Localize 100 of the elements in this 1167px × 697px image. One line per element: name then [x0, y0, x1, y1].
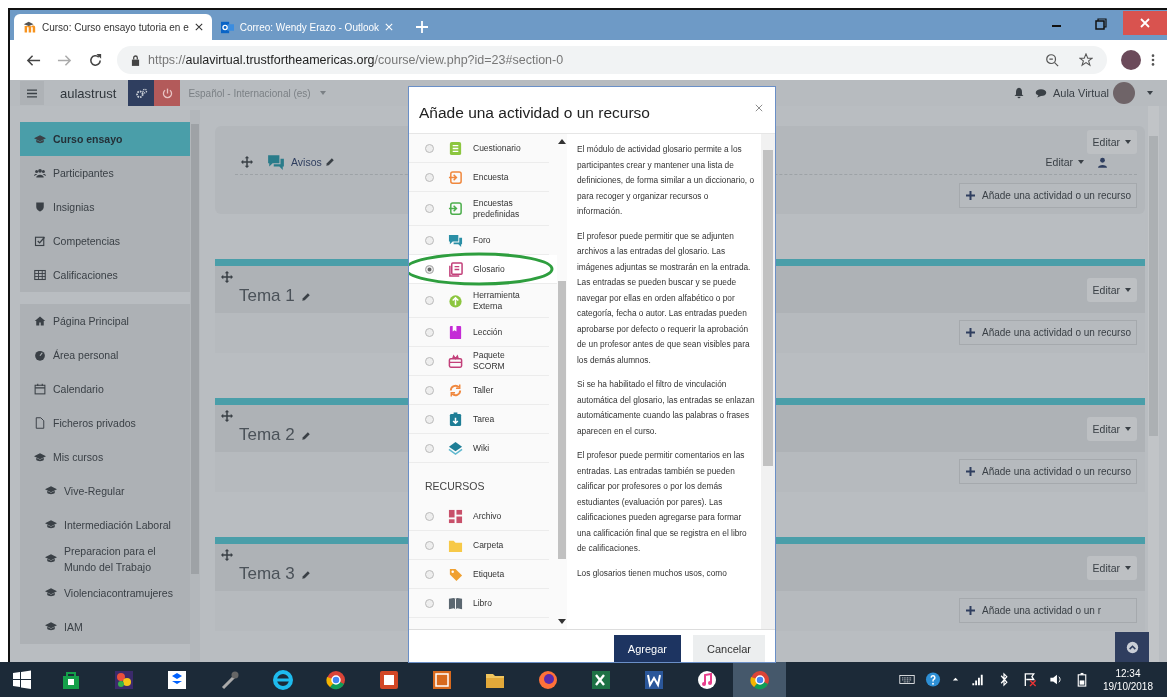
activity-option[interactable]: Taller: [409, 376, 549, 405]
radio-button[interactable]: [425, 540, 434, 550]
reload-icon[interactable]: [88, 52, 103, 68]
radio-button[interactable]: [425, 172, 434, 182]
person-icon[interactable]: [1098, 156, 1107, 168]
chat-bubble-icon[interactable]: [1034, 87, 1047, 99]
radio-button[interactable]: [425, 264, 434, 274]
window-close-button[interactable]: [1123, 10, 1167, 36]
radio-button[interactable]: [425, 598, 434, 608]
browser-tab[interactable]: Curso: Curso ensayo tutoria en e: [14, 14, 212, 40]
menu-button[interactable]: [20, 81, 44, 105]
assign-icon: [448, 411, 463, 427]
lesson-icon: [448, 324, 463, 340]
resource-option[interactable]: Carpeta: [409, 531, 549, 560]
sidebar-item[interactable]: Mis cursos: [20, 440, 190, 474]
radio-button[interactable]: [425, 511, 434, 521]
plus-icon[interactable]: [416, 21, 429, 33]
resource-option[interactable]: Etiqueta: [409, 560, 549, 589]
site-name[interactable]: aulastrust: [60, 85, 117, 101]
activity-option[interactable]: Wiki: [409, 434, 549, 463]
sidebar-item[interactable]: Insignias: [20, 190, 190, 224]
settings-button[interactable]: [128, 80, 155, 106]
caret-icon[interactable]: [1147, 91, 1153, 95]
help-icon[interactable]: [924, 672, 941, 687]
add-activity-button[interactable]: Añade una actividad o un recurso: [959, 459, 1137, 484]
menu-dots-icon[interactable]: [1151, 53, 1155, 67]
radio-button[interactable]: [425, 443, 434, 453]
activity-option[interactable]: Encuestas predefinidas: [409, 192, 549, 226]
clock-date[interactable]: 19/10/2018: [1102, 679, 1153, 693]
url-text: https://aulavirtual.trustfortheamericas.org/course/view.php?id=23#section-0: [148, 53, 564, 67]
radio-button[interactable]: [425, 296, 434, 305]
activity-option[interactable]: Tarea: [409, 405, 549, 434]
add-activity-button[interactable]: Añade una actividad o un r: [959, 598, 1137, 623]
sidebar-item[interactable]: Competencias: [20, 224, 190, 258]
sidebar-item[interactable]: IAM: [20, 610, 190, 644]
radio-button[interactable]: [425, 569, 434, 579]
keyboard-icon[interactable]: [898, 672, 915, 687]
move-icon[interactable]: [241, 156, 253, 168]
clock-time[interactable]: 12:34: [1115, 666, 1141, 680]
edit-dropdown[interactable]: Editar: [1086, 130, 1137, 154]
activity-option[interactable]: Encuesta: [409, 163, 549, 192]
add-button[interactable]: Agregar: [613, 635, 681, 662]
move-icon[interactable]: [221, 410, 233, 422]
radio-button[interactable]: [425, 143, 434, 153]
activity-option[interactable]: Paquete SCORM: [409, 347, 549, 376]
activity-option[interactable]: Cuestionario: [409, 134, 549, 163]
sidebar-item[interactable]: Ficheros privados: [20, 406, 190, 440]
pencil-icon[interactable]: [300, 291, 311, 302]
avatar[interactable]: [1121, 50, 1141, 70]
scrollbar[interactable]: [190, 110, 200, 662]
radio-button[interactable]: [425, 414, 434, 424]
scrollbar[interactable]: [1148, 106, 1159, 662]
radio-button[interactable]: [425, 356, 434, 366]
address-bar[interactable]: https://aulavirtual.trustfortheamericas.org/course/view.php?id=23#section-0: [117, 46, 1107, 74]
activity-option[interactable]: Lección: [409, 318, 549, 347]
power-button[interactable]: [154, 80, 181, 106]
activity-link[interactable]: Avisos: [291, 156, 322, 168]
add-activity-button[interactable]: Añade una actividad o un recurso: [959, 320, 1137, 345]
radio-button[interactable]: [425, 204, 434, 213]
scroll-top-button[interactable]: [1115, 632, 1149, 662]
sidebar-item[interactable]: Intermediación Laboral: [20, 508, 190, 542]
close-icon[interactable]: [194, 23, 203, 31]
scrollbar[interactable]: [761, 134, 775, 629]
user-name[interactable]: Aula Virtual: [1052, 87, 1109, 99]
sidebar-item[interactable]: Violenciacontramujeres: [20, 576, 190, 610]
zoom-out-icon[interactable]: [1045, 53, 1059, 67]
edit-dropdown[interactable]: Editar: [1086, 277, 1137, 302]
add-activity-button[interactable]: Añade una actividad o un recurso: [959, 183, 1137, 208]
course-icon: [45, 586, 57, 598]
move-icon[interactable]: [221, 271, 233, 283]
resource-option[interactable]: Libro: [409, 589, 549, 618]
signal-icon[interactable]: [969, 672, 986, 687]
radio-button[interactable]: [425, 327, 434, 337]
speaker-icon[interactable]: [1047, 672, 1064, 687]
activity-option[interactable]: Herramienta Externa: [409, 284, 549, 318]
resource-option[interactable]: Archivo: [409, 502, 549, 531]
sidebar-item[interactable]: Página Principal: [20, 304, 190, 338]
radio-button[interactable]: [425, 235, 434, 245]
sidebar-item[interactable]: Curso ensayo: [20, 122, 190, 156]
edit-dropdown[interactable]: Editar: [1086, 555, 1137, 580]
description-text: Si se ha habilitado el filtro de vinculación automática del glosario, las entradas se enlazan automáticamente cuando las palabras o frases aparecen en el curso.: [577, 378, 755, 438]
cancel-button[interactable]: Cancelar: [692, 635, 765, 662]
sidebar-item[interactable]: Área personal: [20, 338, 190, 372]
sidebar-item[interactable]: Calificaciones: [20, 258, 190, 292]
sidebar-item[interactable]: Participantes: [20, 156, 190, 190]
pencil-icon[interactable]: [300, 569, 311, 580]
favicon-icon: [23, 20, 36, 34]
pencil-icon[interactable]: [324, 157, 335, 167]
edit-dropdown[interactable]: Editar: [1086, 416, 1137, 441]
pencil-icon[interactable]: [300, 430, 311, 441]
star-icon[interactable]: [1079, 53, 1093, 67]
move-icon[interactable]: [221, 549, 233, 561]
radio-button[interactable]: [425, 385, 434, 395]
bell-icon[interactable]: [1012, 87, 1025, 99]
sidebar-item[interactable]: Calendario: [20, 372, 190, 406]
sidebar-item[interactable]: Vive-Regular: [20, 474, 190, 508]
sidebar-item[interactable]: Preparacion para el Mundo del Trabajo: [20, 542, 190, 576]
windows-logo-icon[interactable]: [12, 669, 32, 690]
description-text: El módulo de actividad glosario permite a los participantes crear y mantener una lista de definiciones, de forma similar a un diccionario, o para recoger y organizar recursos o información.: [577, 143, 755, 218]
activity-option[interactable]: Glosario: [409, 255, 557, 284]
